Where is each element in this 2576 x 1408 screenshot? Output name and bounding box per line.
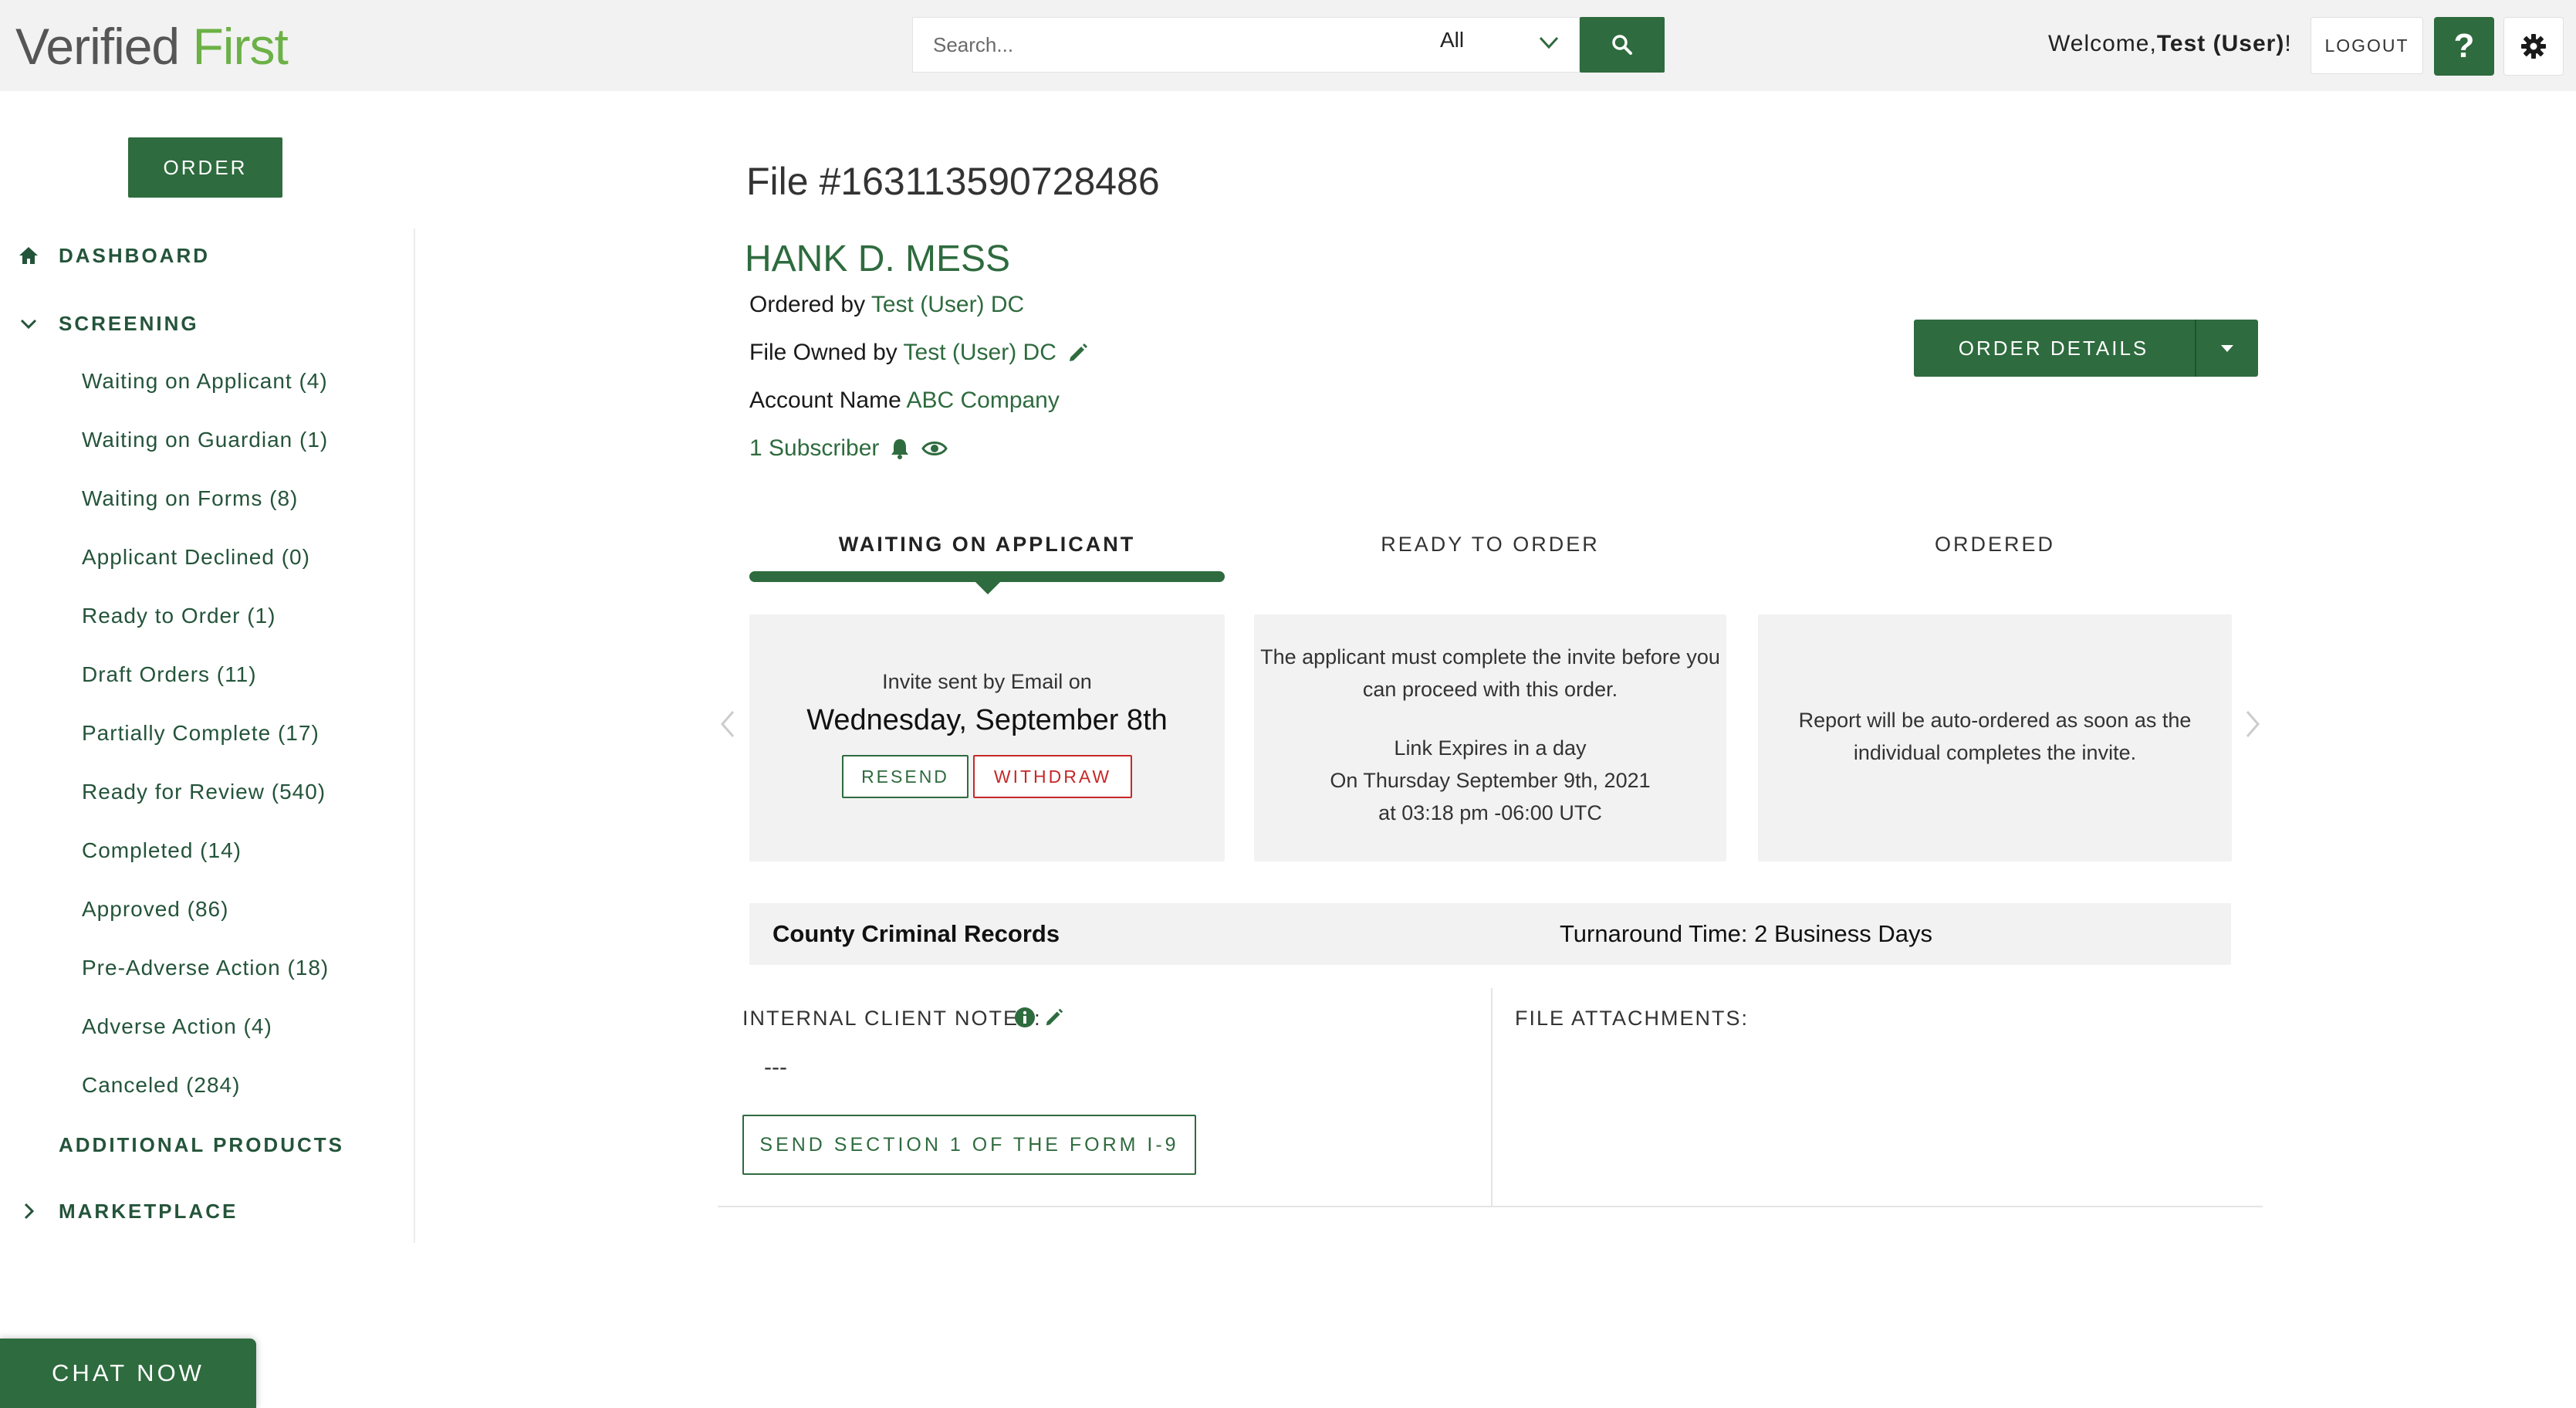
ordered-by-value: Test (User) DC [870,292,1025,317]
internal-notes-value: --- [764,1054,787,1080]
welcome-suffix: ! [2284,31,2292,56]
turnaround-time: Turnaround Time: 2 Business Days [1560,920,1933,947]
sidebar-item-waiting-on-applicant[interactable]: Waiting on Applicant (4) [82,369,328,394]
resend-button[interactable]: RESEND [842,755,969,798]
service-name: County Criminal Records [772,920,1060,947]
sidebar-item-ready-for-review[interactable]: Ready for Review (540) [82,780,326,804]
account-value: ABC Company [906,388,1060,413]
owned-by-value: Test (User) DC [903,340,1056,365]
sidebar-item-canceled[interactable]: Canceled (284) [82,1073,240,1098]
sidebar-item-approved[interactable]: Approved (86) [82,897,228,922]
step-waiting-on-applicant: WAITING ON APPLICANT [838,533,1136,556]
search-box [912,17,1580,73]
column-divider [1491,988,1493,1207]
top-bar: Verified First All Welcome,Test (User)! … [0,0,2576,91]
settings-button[interactable] [2503,17,2564,76]
eye-icon[interactable] [921,437,948,460]
ready-text-line-2: can proceed with this order. [1362,678,1618,701]
nav-marketplace[interactable]: MARKETPLACE [59,1200,238,1224]
ordered-by-line: Ordered by Test (User) DC [749,292,1024,318]
gear-icon [2521,34,2546,59]
withdraw-button[interactable]: WITHDRAW [973,755,1132,798]
invite-date: Wednesday, September 8th [806,704,1168,736]
caret-down-icon [2221,345,2233,352]
sidebar-item-adverse-action[interactable]: Adverse Action (4) [82,1014,272,1039]
order-details-button-group: ORDER DETAILS [1914,320,2258,377]
nav-additional-products[interactable]: ADDITIONAL PRODUCTS [59,1133,344,1157]
sidebar-item-completed[interactable]: Completed (14) [82,838,242,863]
nav-dashboard[interactable]: DASHBOARD [59,244,210,268]
ordered-text-line-1: Report will be auto-ordered as soon as t… [1798,709,2192,732]
chevron-right-icon[interactable] [2243,709,2263,740]
search-input[interactable] [933,18,1365,72]
page-title: File #163113590728486 [746,160,1160,203]
link-expires-time: at 03:18 pm -06:00 UTC [1378,801,1602,824]
home-icon [19,247,38,264]
order-details-dropdown-toggle[interactable] [2196,320,2258,377]
subscriber-line: 1 Subscriber [749,435,879,462]
sidebar-item-draft-orders[interactable]: Draft Orders (11) [82,662,257,687]
logo-text-verified: Verified [15,18,180,75]
sidebar-item-ready-to-order[interactable]: Ready to Order (1) [82,604,276,628]
invite-sent-text: Invite sent by Email on [882,670,1092,693]
sidebar-item-pre-adverse-action[interactable]: Pre-Adverse Action (18) [82,956,329,980]
ordered-text-line-2: individual completes the invite. [1853,741,2137,764]
step-ready-to-order: READY TO ORDER [1381,533,1600,556]
owned-by-label: File Owned by [749,340,898,365]
sidebar-item-waiting-on-forms[interactable]: Waiting on Forms (8) [82,486,298,511]
pencil-icon[interactable] [1043,1007,1065,1028]
info-icon[interactable] [1014,1007,1036,1028]
sidebar-item-partially-complete[interactable]: Partially Complete (17) [82,721,319,746]
chevron-down-icon[interactable] [17,312,40,335]
logo-text-first: First [192,18,288,75]
owned-by-line: File Owned by Test (User) DC [749,340,1056,366]
order-details-button[interactable]: ORDER DETAILS [1914,320,2193,377]
welcome-user: Test (User) [2156,31,2285,56]
service-row: County Criminal Records Turnaround Time:… [749,903,2231,965]
ordered-by-label: Ordered by [749,292,866,317]
chevron-right-icon[interactable] [17,1200,40,1223]
status-card-ordered: Report will be auto-ordered as soon as t… [1758,614,2232,861]
section-divider [718,1206,2263,1207]
chevron-down-icon[interactable] [1537,31,1560,54]
logo[interactable]: Verified First [15,17,289,76]
account-name-line: Account Name ABC Company [749,388,1060,414]
logout-button[interactable]: LOGOUT [2311,17,2423,74]
account-label: Account Name [749,388,901,413]
subscriber-count[interactable]: 1 Subscriber [749,435,879,461]
welcome-message: Welcome,Test (User)! [2048,31,2292,57]
status-card-ready: The applicant must complete the invite b… [1254,614,1726,861]
search-scope-select[interactable]: All [1440,28,1464,52]
chat-now-button[interactable]: CHAT NOW [0,1339,256,1408]
file-attachments-label: FILE ATTACHMENTS: [1515,1007,1749,1030]
help-button[interactable]: ? [2434,17,2494,76]
search-icon [1612,35,1632,55]
internal-notes-label: INTERNAL CLIENT NOTES: [742,1007,1042,1030]
search-button[interactable] [1580,17,1665,73]
link-expires-date: On Thursday September 9th, 2021 [1330,769,1651,792]
step-ordered: ORDERED [1934,533,2055,556]
link-expires-text: Link Expires in a day [1394,736,1587,760]
pencil-icon[interactable] [1067,341,1090,364]
applicant-name: HANK D. MESS [745,239,1011,279]
ready-text-line-1: The applicant must complete the invite b… [1260,645,1720,668]
sidebar-divider [414,228,415,1243]
welcome-prefix: Welcome, [2048,31,2157,56]
bell-icon[interactable] [889,437,911,460]
status-card-invite: Invite sent by Email on Wednesday, Septe… [749,614,1225,861]
chevron-left-icon[interactable] [718,709,738,740]
send-form-i9-button[interactable]: SEND SECTION 1 OF THE FORM I-9 [742,1115,1196,1175]
order-button[interactable]: ORDER [128,137,282,198]
nav-screening[interactable]: SCREENING [59,312,199,336]
sidebar-item-applicant-declined[interactable]: Applicant Declined (0) [82,545,310,570]
step-progress-pointer [974,580,1002,594]
sidebar-item-waiting-on-guardian[interactable]: Waiting on Guardian (1) [82,428,328,452]
